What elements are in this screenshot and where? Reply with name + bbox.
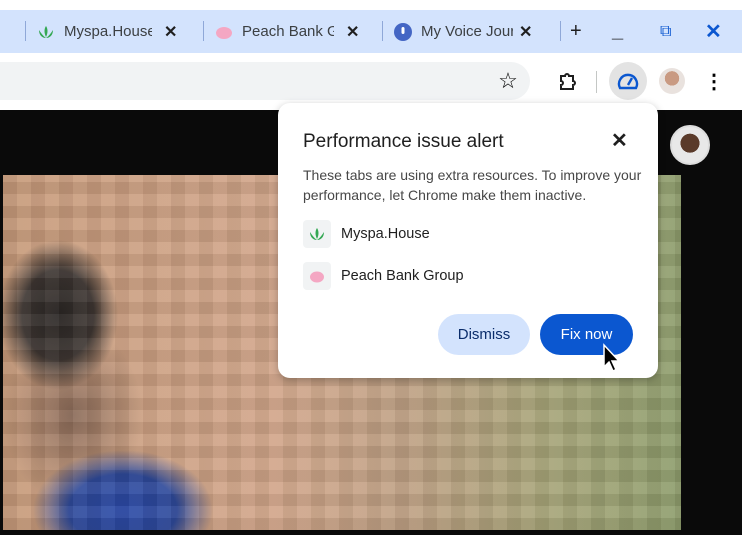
profile-avatar[interactable] <box>653 62 691 100</box>
close-tab-icon[interactable]: ✕ <box>346 22 359 42</box>
site-name: Peach Bank Group <box>341 268 464 284</box>
close-icon[interactable]: ✕ <box>611 128 628 153</box>
site-item: Peach Bank Group <box>303 262 464 290</box>
leaf-icon <box>37 23 55 41</box>
mouse-cursor-icon <box>602 343 622 378</box>
toolbar-divider <box>596 71 597 93</box>
address-bar[interactable] <box>0 62 530 100</box>
bookmark-star-icon[interactable]: ☆ <box>489 62 527 100</box>
tab-separator <box>560 21 561 41</box>
site-item: Myspa.House <box>303 220 430 248</box>
tab-title: My Voice Journal <box>421 23 513 40</box>
site-name: Myspa.House <box>341 226 430 242</box>
tab-separator <box>203 21 204 41</box>
minimize-icon[interactable]: _ <box>612 10 623 53</box>
tab-separator <box>25 21 26 41</box>
tab-voice-journal[interactable]: My Voice Journal ✕ <box>382 10 532 53</box>
restore-icon[interactable]: ⧉ <box>660 10 671 53</box>
tab-myspa[interactable]: Myspa.House ✕ <box>25 10 177 53</box>
dismiss-button[interactable]: Dismiss <box>438 314 530 355</box>
close-window-icon[interactable]: ✕ <box>705 10 722 53</box>
tab-separator <box>382 21 383 41</box>
dialog-title: Performance issue alert <box>303 131 504 152</box>
close-tab-icon[interactable]: ✕ <box>164 22 177 42</box>
piggy-bank-icon <box>215 23 233 41</box>
leaf-icon <box>303 220 331 248</box>
tab-title: Peach Bank Group <box>242 23 334 40</box>
tab-title: Myspa.House <box>64 23 152 40</box>
piggy-bank-icon <box>303 262 331 290</box>
performance-gauge-icon[interactable] <box>609 62 647 100</box>
close-tab-icon[interactable]: ✕ <box>519 22 532 42</box>
tab-peach-bank[interactable]: Peach Bank Group ✕ <box>203 10 359 53</box>
more-menu-icon[interactable]: ⋮ <box>695 62 733 100</box>
dialog-description: These tabs are using extra resources. To… <box>303 167 642 203</box>
toolbar: ☆ ⋮ <box>0 53 742 110</box>
microphone-icon <box>394 22 412 41</box>
participant-avatar <box>670 125 710 165</box>
tab-strip: Myspa.House ✕ Peach Bank Group ✕ My Voic… <box>0 10 742 53</box>
extensions-puzzle-icon[interactable] <box>548 62 586 100</box>
performance-alert-dialog: Performance issue alert ✕ These tabs are… <box>278 103 658 378</box>
new-tab-icon[interactable]: + <box>570 10 582 53</box>
